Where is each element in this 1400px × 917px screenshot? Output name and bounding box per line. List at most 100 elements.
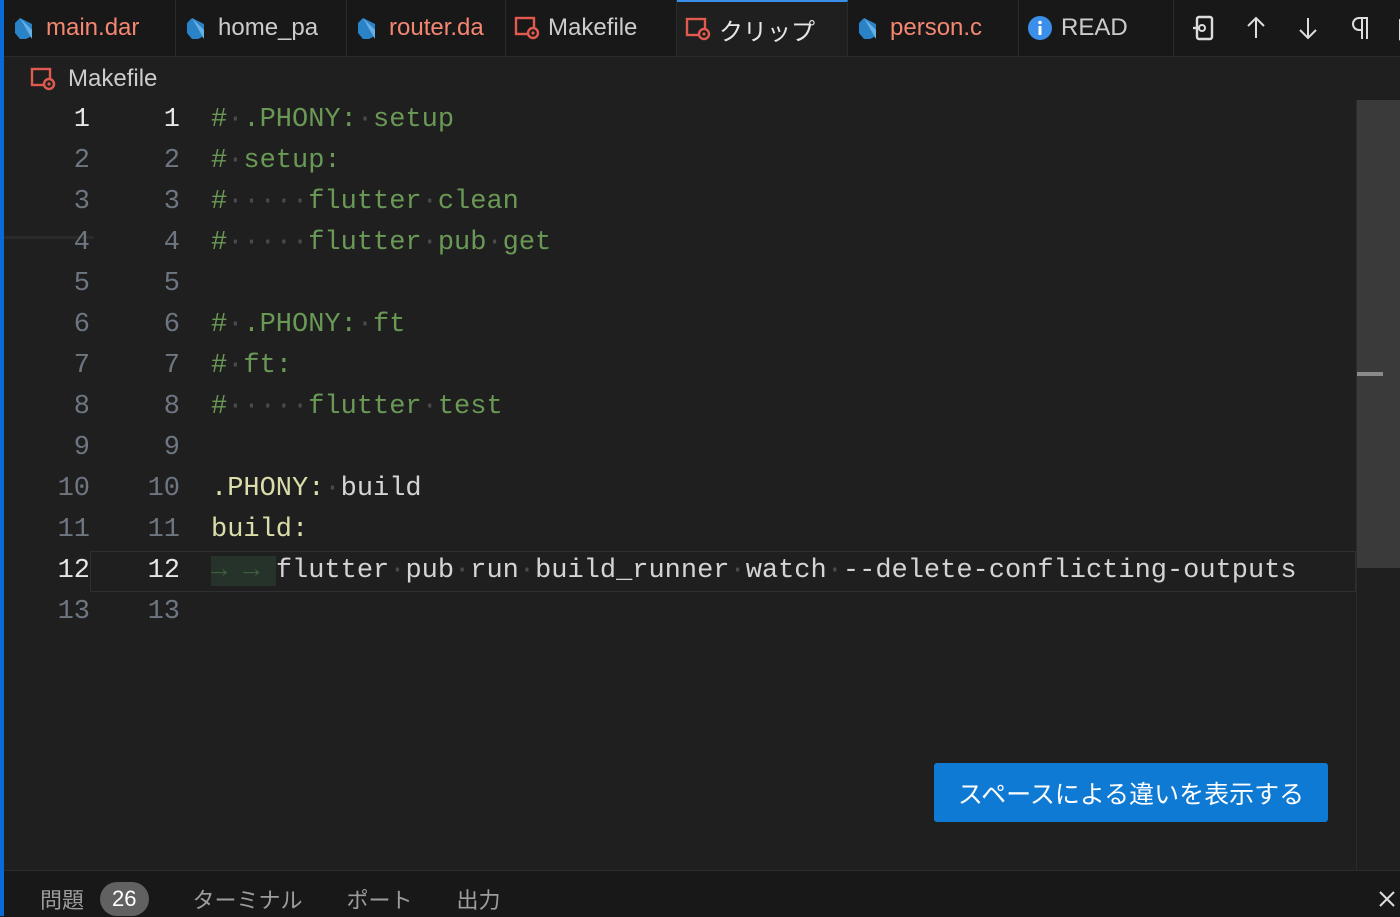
breadcrumb[interactable]: Makefile: [30, 60, 157, 98]
code-token: build_runner: [535, 556, 730, 586]
code-line[interactable]: 4 4 #·····flutter·pub·get: [4, 223, 1356, 264]
open-changes-icon[interactable]: [1182, 6, 1226, 50]
pilcrow-icon[interactable]: [1338, 6, 1382, 50]
code-token: ft: [373, 310, 406, 340]
code-token: pub: [437, 228, 487, 258]
dart-icon: [184, 15, 210, 41]
space-marker: ·: [826, 556, 843, 586]
code-token: setup:: [243, 146, 341, 176]
map-icon[interactable]: [1390, 6, 1400, 50]
code-line[interactable]: 55: [4, 264, 1356, 305]
space-marker: ·: [227, 146, 244, 176]
editor-tab-bar: main.dar home_pa router.da Makefile クリップ pers…: [4, 0, 1400, 57]
code-line[interactable]: 1 1 #·.PHONY:·setup: [4, 100, 1356, 141]
space-marker: ·: [421, 187, 438, 217]
breadcrumb-file[interactable]: Makefile: [68, 65, 157, 93]
tab-2[interactable]: home_pa: [176, 0, 347, 56]
modified-line-number: 10: [147, 474, 180, 504]
code-line[interactable]: 6 6 #·.PHONY:·ft: [4, 305, 1356, 346]
code-line[interactable]: 8 8 #·····flutter·test: [4, 387, 1356, 428]
line-content: → → flutter·pub·run·build_runner·watch·-…: [211, 551, 1297, 592]
code-token: #: [211, 146, 228, 176]
tab-7[interactable]: READ: [1019, 0, 1174, 56]
modified-line-number: 9: [163, 433, 180, 463]
tab-4[interactable]: Makefile: [506, 0, 677, 56]
code-token: ft:: [243, 351, 293, 381]
code-token: flutter: [275, 556, 390, 586]
modified-line-number: 2: [163, 146, 180, 176]
tab-5[interactable]: クリップ: [677, 0, 848, 56]
original-line-number: 6: [73, 310, 90, 340]
original-line-number: 7: [73, 351, 90, 381]
modified-line-number: 13: [147, 597, 180, 627]
original-line-number: 1: [73, 105, 90, 135]
code-token: .PHONY:: [211, 474, 325, 504]
code-token: run: [470, 556, 519, 586]
tab-problems[interactable]: 問題 26: [4, 881, 171, 917]
code-token: .PHONY:: [243, 105, 357, 135]
code-line[interactable]: 13 13: [4, 592, 1356, 633]
scrollbar-thumb[interactable]: [1357, 100, 1400, 568]
show-whitespace-diff-button[interactable]: スペースによる違いを表示する: [934, 763, 1328, 822]
space-marker: ·: [729, 556, 746, 586]
tab-ports[interactable]: ポート: [325, 881, 435, 917]
code-token: --delete-conflicting-outputs: [842, 556, 1297, 586]
modified-line-number: 4: [163, 228, 180, 258]
tab-6[interactable]: person.c: [848, 0, 1019, 56]
code-token: pub: [405, 556, 455, 586]
modified-line-number: 6: [163, 310, 180, 340]
problems-count-badge: 26: [100, 882, 149, 916]
modified-line-number: 8: [163, 392, 180, 422]
tab-label: person.c: [890, 14, 983, 41]
editor-scrollbar[interactable]: [1356, 100, 1400, 870]
original-line-number: 2: [73, 146, 90, 176]
editor-actions: [1174, 0, 1400, 56]
dart-icon: [12, 15, 38, 41]
close-panel-icon[interactable]: [1376, 885, 1398, 917]
modified-line-number: 11: [147, 515, 180, 545]
code-token: build:: [211, 515, 309, 545]
code-line[interactable]: 99: [4, 428, 1356, 469]
code-line[interactable]: 7 7 #·ft:: [4, 346, 1356, 387]
tab-output-label: 出力: [456, 888, 501, 913]
space-marker: ·: [227, 351, 244, 381]
space-marker: ·: [454, 556, 471, 586]
code-token: watch: [745, 556, 827, 586]
tab-terminal[interactable]: ターミナル: [171, 881, 325, 917]
space-marker: ·: [356, 105, 374, 135]
space-marker: ·: [324, 474, 341, 504]
code-token: #: [211, 187, 228, 217]
line-content: #·····flutter·pub·get: [211, 223, 551, 264]
code-token: #: [211, 228, 228, 258]
makefile-icon: [514, 15, 540, 41]
original-line-number: 13: [57, 597, 90, 627]
original-line-number: 3: [73, 187, 90, 217]
tab-1[interactable]: main.dar: [4, 0, 176, 56]
scrollbar-cursor-marker: [1357, 372, 1383, 376]
space-marker: ·: [518, 556, 536, 586]
tab-label: main.dar: [46, 14, 140, 41]
tab-label: クリップ: [719, 18, 815, 46]
code-line[interactable]: 3 3 #·····flutter·clean: [4, 182, 1356, 223]
original-line-number: 12: [57, 556, 90, 586]
diff-editor[interactable]: 1 1 #·.PHONY:·setup 2 2 #·setup: 3 3 #·····flutt…: [4, 100, 1356, 860]
line-content: .PHONY:·build: [211, 469, 422, 510]
line-content: #·····flutter·test: [211, 387, 503, 428]
code-line[interactable]: 10 10 .PHONY:·build: [4, 469, 1356, 510]
space-marker: ·: [356, 310, 374, 340]
original-line-number: 10: [57, 474, 90, 504]
code-line[interactable]: 11 11 build:: [4, 510, 1356, 551]
original-line-number: 8: [73, 392, 90, 422]
tab-output[interactable]: 出力: [435, 881, 523, 917]
code-token: flutter: [308, 392, 422, 422]
previous-change-icon[interactable]: [1234, 6, 1278, 50]
space-marker: ·: [421, 228, 438, 258]
code-token: flutter: [308, 228, 422, 258]
line-content: #·····flutter·clean: [211, 182, 519, 223]
tab-3[interactable]: router.da: [347, 0, 506, 56]
tab-label: Makefile: [548, 14, 638, 41]
next-change-icon[interactable]: [1286, 6, 1330, 50]
code-line[interactable]: 2 2 #·setup:: [4, 141, 1356, 182]
code-token: #: [211, 310, 228, 340]
code-line[interactable]: 12 12 → → flutter·pub·run·build_runner·wat…: [4, 551, 1356, 592]
